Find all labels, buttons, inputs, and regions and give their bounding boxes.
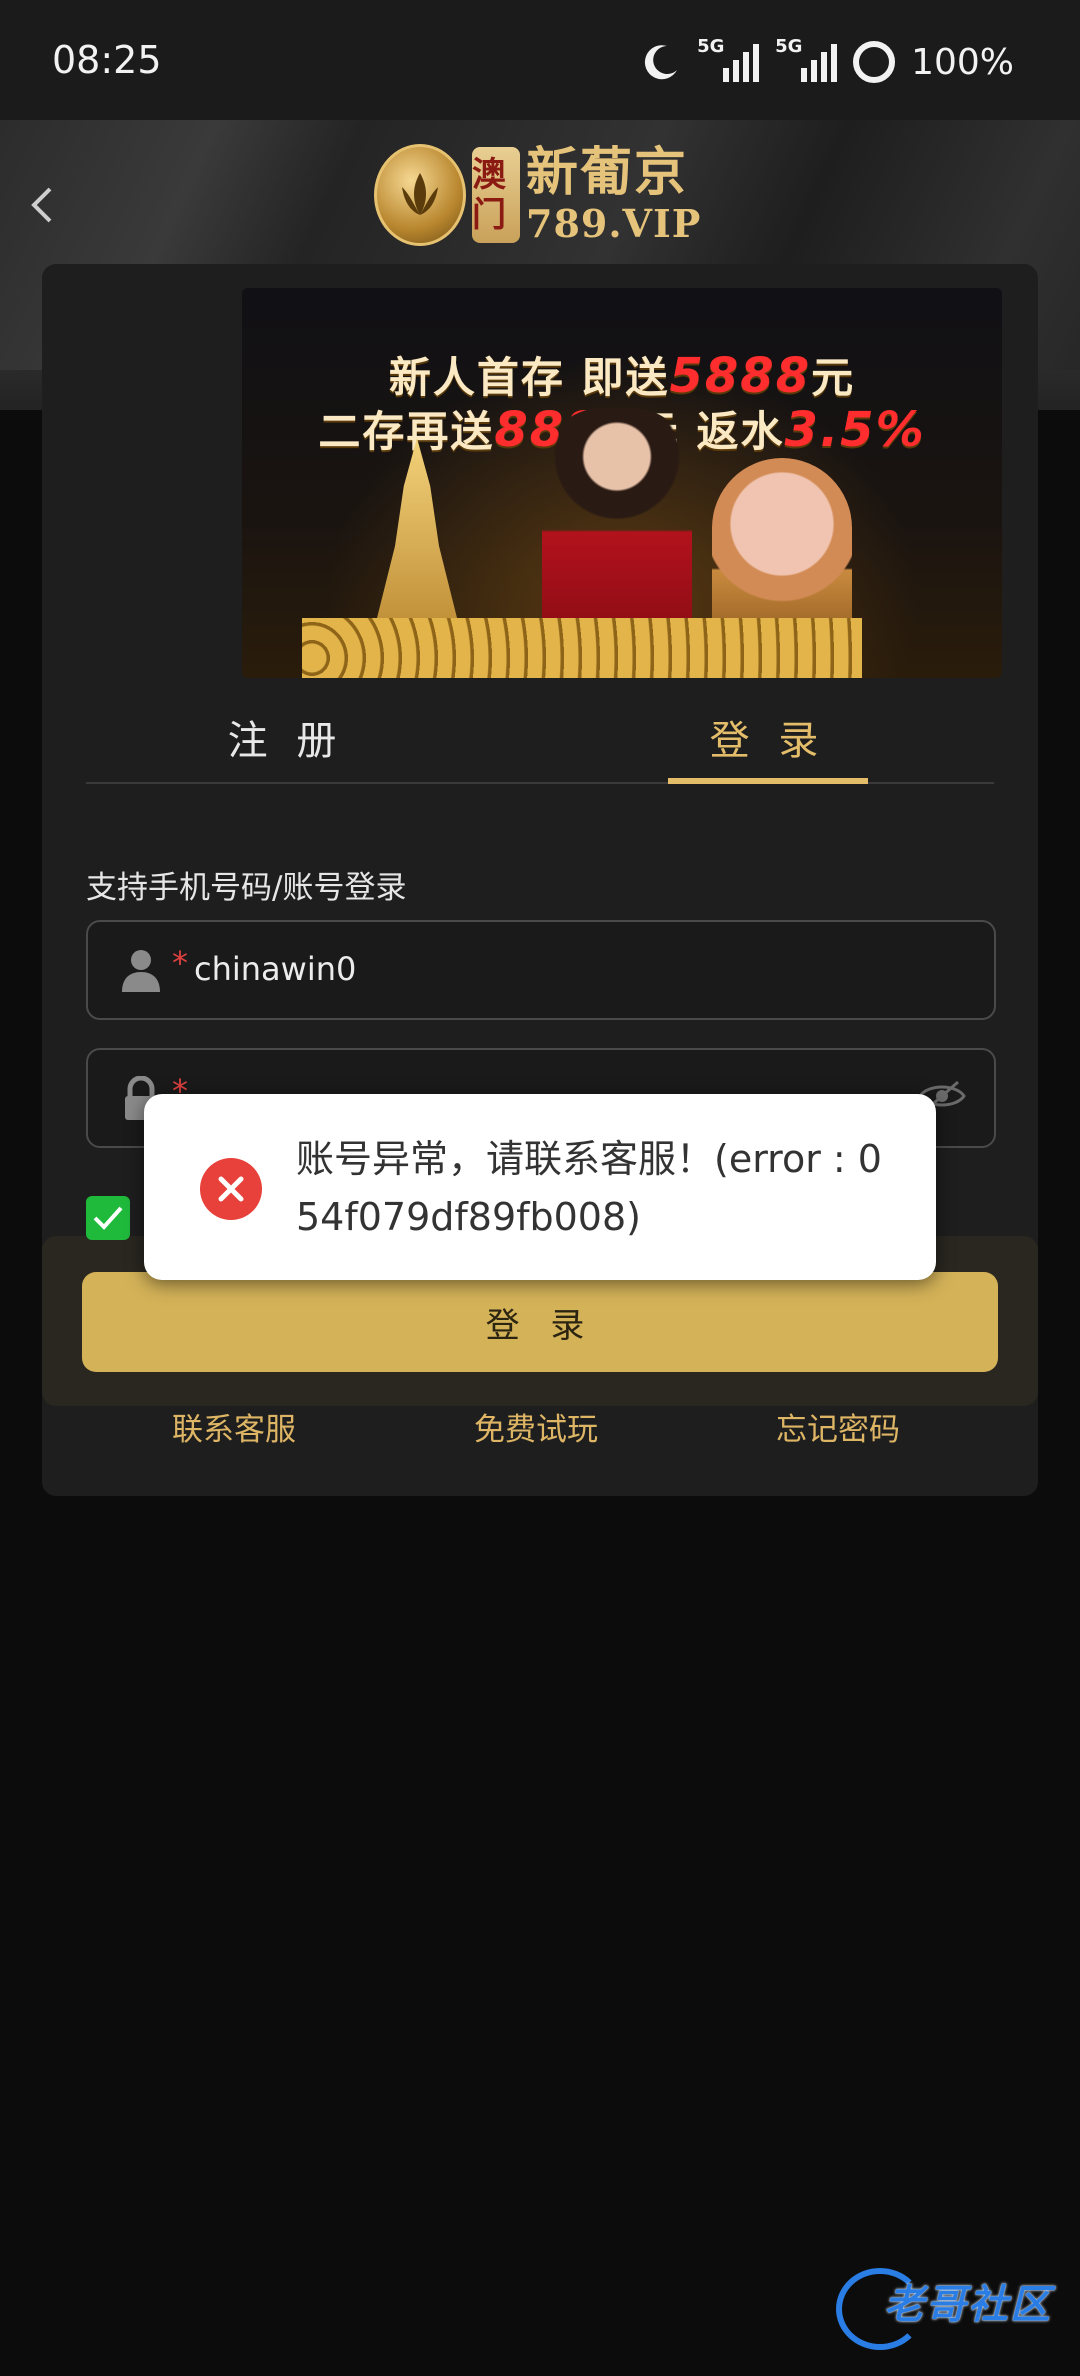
signal-icon: 5G xyxy=(775,36,838,82)
logo-seal: 澳门 xyxy=(472,147,520,243)
battery-level: 100% xyxy=(911,41,1014,83)
agree-checkbox[interactable] xyxy=(86,1196,130,1240)
footer-links: 联系客服 免费试玩 忘记密码 xyxy=(42,1404,1038,1454)
login-card: 新人首存 即送5888元 二存再送8888元 返水3.5% 注 册 登 录 支持… xyxy=(42,264,1038,1496)
error-message: 账号异常，请联系客服！(error : 054f079df89fb008) xyxy=(296,1137,882,1239)
tab-login[interactable]: 登 录 xyxy=(668,692,868,784)
check-icon xyxy=(93,1206,123,1230)
auth-tabs: 注 册 登 录 xyxy=(86,692,994,784)
sim2-label: 5G xyxy=(775,36,803,57)
logo-emblem xyxy=(374,144,466,246)
username-required-mark: * xyxy=(172,944,188,982)
forgot-password-link[interactable]: 忘记密码 xyxy=(776,1404,900,1449)
username-field[interactable]: * chinawin0 xyxy=(86,920,996,1020)
battery-icon xyxy=(853,41,896,83)
watermark-logo: 老哥社区 xyxy=(836,2266,1066,2350)
lotus-icon xyxy=(402,173,438,215)
back-arrow-icon xyxy=(31,187,52,223)
banner-line-1: 新人首存 即送5888元 xyxy=(388,348,856,404)
logo-sub-text: 789.VIP xyxy=(526,201,702,246)
contact-service-link[interactable]: 联系客服 xyxy=(172,1404,296,1449)
banner-coins-image xyxy=(302,618,862,678)
sim1-label: 5G xyxy=(697,36,725,57)
status-bar: 08:25 5G 5G 100% xyxy=(0,0,1080,120)
status-time: 08:25 xyxy=(52,38,162,82)
login-button[interactable]: 登 录 xyxy=(82,1272,998,1372)
free-trial-link[interactable]: 免费试玩 xyxy=(474,1404,598,1449)
status-icons: 5G 5G 100% xyxy=(641,36,1014,86)
tab-register[interactable]: 注 册 xyxy=(186,692,386,782)
username-value: chinawin0 xyxy=(194,950,357,988)
user-icon xyxy=(122,950,160,992)
signal-icon: 5G xyxy=(697,36,760,82)
logo-main-text: 新葡京 xyxy=(526,142,689,203)
logo: 澳门 新葡京 789.VIP xyxy=(374,140,714,250)
back-button[interactable] xyxy=(22,175,62,235)
promo-banner[interactable]: 新人首存 即送5888元 二存再送8888元 返水3.5% xyxy=(242,288,1002,678)
watermark-text: 老哥社区 xyxy=(884,2282,1052,2328)
error-toast: 账号异常，请联系客服！(error : 054f079df89fb008) xyxy=(144,1094,936,1280)
login-hint: 支持手机号码/账号登录 xyxy=(86,870,407,906)
error-icon xyxy=(200,1158,262,1220)
moon-icon xyxy=(644,45,678,80)
logo-text: 新葡京 789.VIP xyxy=(526,147,701,243)
